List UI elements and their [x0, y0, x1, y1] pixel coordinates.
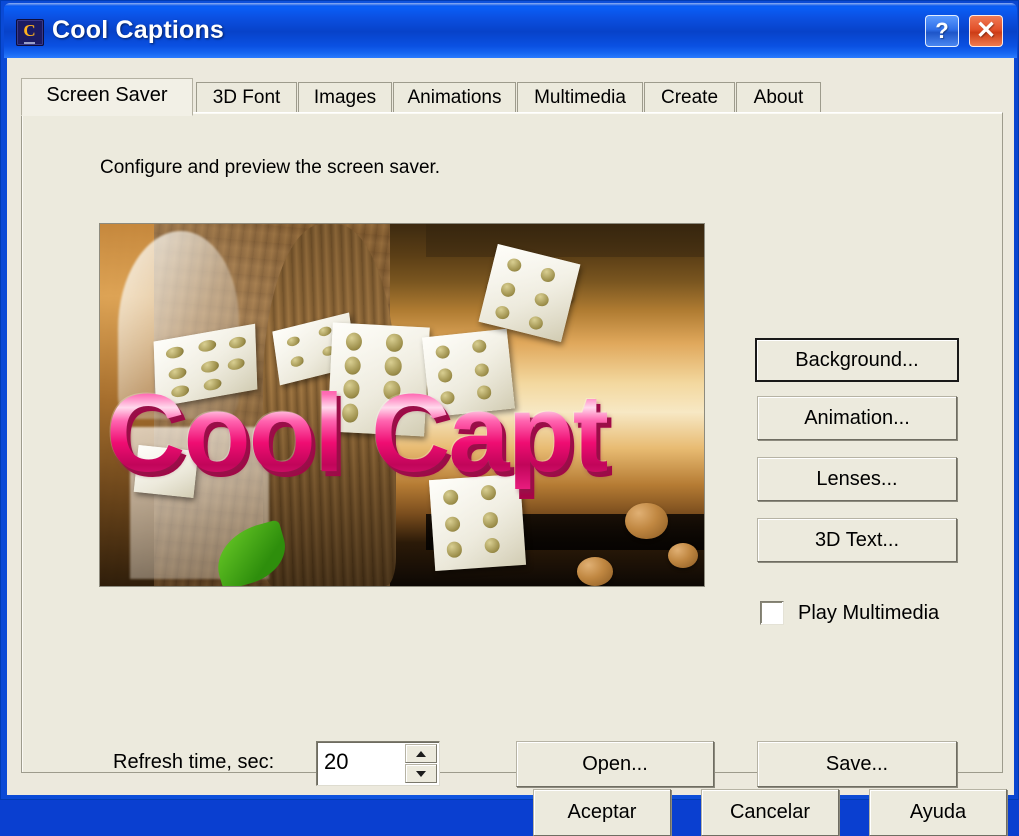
application-window: C Cool Captions ? ✕ Screen Saver 3D Font… — [0, 0, 1019, 836]
title-bar[interactable]: C Cool Captions ? ✕ — [4, 3, 1017, 58]
screen-saver-preview[interactable]: Cool Capt Cool Capt — [99, 223, 705, 587]
3d-text-button[interactable]: 3D Text... — [757, 518, 957, 562]
refresh-time-spinner[interactable]: 20 — [316, 741, 440, 786]
help-dialog-button[interactable]: Ayuda — [869, 789, 1007, 836]
preview-caption-text: Cool Capt — [106, 372, 609, 495]
tab-3d-font[interactable]: 3D Font — [196, 82, 297, 113]
open-button[interactable]: Open... — [516, 741, 714, 787]
dialog-client-area: Screen Saver 3D Font Images Animations M… — [7, 58, 1014, 836]
cancel-button[interactable]: Cancelar — [701, 789, 839, 836]
accept-button[interactable]: Aceptar — [533, 789, 671, 836]
help-button[interactable]: ? — [925, 15, 959, 47]
spinner-buttons — [405, 744, 437, 783]
save-button[interactable]: Save... — [757, 741, 957, 787]
animation-button[interactable]: Animation... — [757, 396, 957, 440]
window-title: Cool Captions — [52, 16, 225, 44]
tab-about[interactable]: About — [736, 82, 821, 113]
tab-animations[interactable]: Animations — [393, 82, 516, 113]
play-multimedia-checkbox[interactable] — [760, 601, 784, 625]
refresh-time-label: Refresh time, sec: — [113, 751, 275, 773]
preview-nut — [625, 502, 668, 539]
tab-strip: Screen Saver 3D Font Images Animations M… — [21, 78, 1003, 116]
tab-create[interactable]: Create — [644, 82, 735, 113]
tab-page-screen-saver: Configure and preview the screen saver. — [21, 112, 1003, 787]
spinner-up-icon[interactable] — [405, 744, 437, 763]
refresh-time-value[interactable]: 20 — [324, 749, 348, 775]
close-icon: ✕ — [975, 17, 997, 44]
lenses-button[interactable]: Lenses... — [757, 457, 957, 501]
app-monitor-c-icon: C — [16, 19, 44, 46]
spinner-down-icon[interactable] — [405, 764, 437, 783]
tab-images[interactable]: Images — [298, 82, 392, 113]
tab-screen-saver[interactable]: Screen Saver — [21, 78, 193, 116]
app-icon-stand — [24, 42, 35, 44]
question-mark-icon: ? — [935, 18, 949, 43]
preview-canvas: Cool Capt Cool Capt — [100, 224, 704, 586]
close-button[interactable]: ✕ — [969, 15, 1003, 47]
play-multimedia-label: Play Multimedia — [798, 601, 940, 624]
preview-nut — [667, 542, 698, 568]
tab-multimedia[interactable]: Multimedia — [517, 82, 643, 113]
play-multimedia-checkbox-row[interactable]: Play Multimedia — [760, 600, 939, 626]
background-button[interactable]: Background... — [755, 338, 959, 382]
preview-bg-top-band — [426, 224, 704, 257]
page-hint-text: Configure and preview the screen saver. — [100, 157, 441, 178]
app-icon-letter: C — [23, 21, 36, 40]
